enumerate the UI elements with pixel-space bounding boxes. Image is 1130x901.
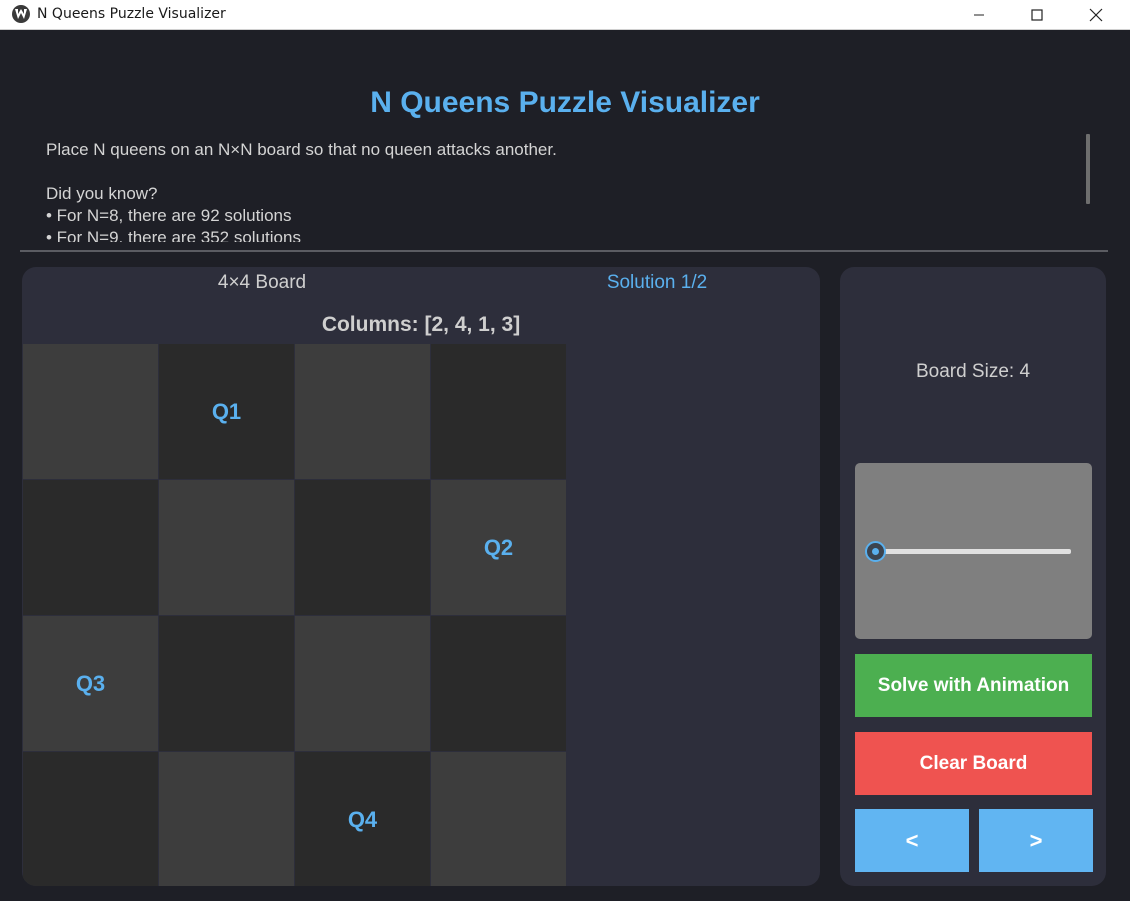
board-size-slider[interactable] <box>855 463 1092 639</box>
board-cell[interactable] <box>23 752 158 886</box>
window-title-bar: N Queens Puzzle Visualizer <box>0 0 1130 30</box>
previous-solution-button[interactable]: < <box>855 809 969 872</box>
info-line: Did you know? <box>46 184 158 203</box>
close-icon <box>1089 8 1103 22</box>
board-cell[interactable] <box>159 616 294 751</box>
info-line <box>46 161 1086 183</box>
board-cell[interactable] <box>431 616 566 751</box>
solve-with-animation-button[interactable]: Solve with Animation <box>855 654 1092 717</box>
close-button[interactable] <box>1067 0 1125 30</box>
board-size-label: 4×4 Board <box>217 272 307 293</box>
next-solution-button[interactable]: > <box>979 809 1093 872</box>
app-icon <box>12 5 30 23</box>
maximize-button[interactable] <box>1008 0 1066 30</box>
solution-counter: Solution 1/2 <box>606 272 708 293</box>
window-body: N Queens Puzzle Visualizer Place N queen… <box>2 31 1128 899</box>
board-cell[interactable] <box>159 480 294 615</box>
board-cell[interactable] <box>23 344 158 479</box>
board-cell[interactable] <box>431 752 566 886</box>
info-line: • For N=9, there are 352 solutions <box>46 228 301 242</box>
page-title: N Queens Puzzle Visualizer <box>370 86 760 119</box>
control-panel: Board Size: 4 Solve with Animation Clear… <box>840 267 1106 886</box>
info-scrollbar[interactable] <box>1086 134 1090 204</box>
board-cell[interactable] <box>295 344 430 479</box>
info-line: • For N=8, there are 92 solutions <box>46 206 292 225</box>
board-cell[interactable] <box>295 480 430 615</box>
board-cell[interactable] <box>295 616 430 751</box>
minimize-button[interactable] <box>950 0 1008 30</box>
minimize-icon <box>974 14 984 16</box>
board-size-value-label: Board Size: 4 <box>915 361 1031 382</box>
board-cell[interactable]: Q4 <box>295 752 430 886</box>
window-title: N Queens Puzzle Visualizer <box>37 6 226 22</box>
clear-board-button[interactable]: Clear Board <box>855 732 1092 795</box>
board-panel: 4×4 Board Solution 1/2 Columns: [2, 4, 1… <box>22 267 820 886</box>
board-cell[interactable] <box>23 480 158 615</box>
board-cell[interactable] <box>159 752 294 886</box>
board-cell[interactable]: Q1 <box>159 344 294 479</box>
board-cell[interactable]: Q3 <box>23 616 158 751</box>
info-line: Place N queens on an N×N board so that n… <box>46 140 557 159</box>
columns-label: Columns: [2, 4, 1, 3] <box>321 313 521 336</box>
slider-thumb[interactable] <box>865 541 886 562</box>
chess-board: Q1 Q2 Q3 Q4 <box>23 344 566 886</box>
maximize-icon <box>1031 9 1043 21</box>
board-cell[interactable]: Q2 <box>431 480 566 615</box>
board-cell[interactable] <box>431 344 566 479</box>
info-text-area[interactable]: Place N queens on an N×N board so that n… <box>46 139 1086 242</box>
header-divider <box>20 250 1108 252</box>
slider-track[interactable] <box>875 549 1071 554</box>
